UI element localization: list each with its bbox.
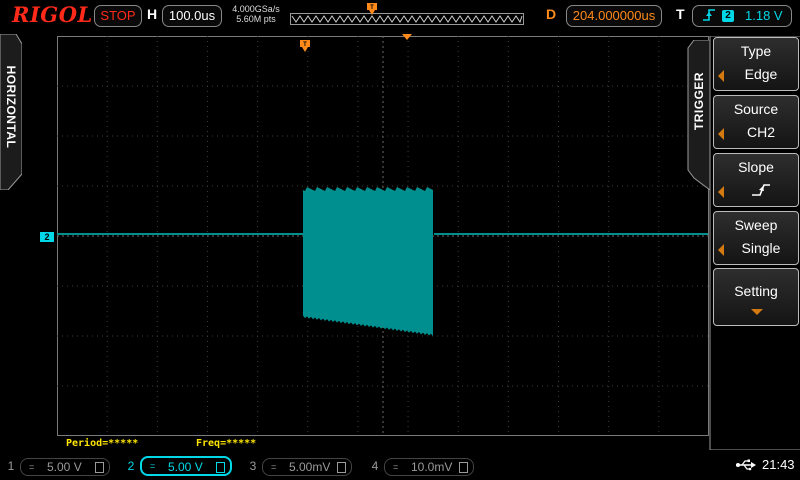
trigger-menu-title: TRIGGER: [692, 71, 706, 131]
svg-text:T: T: [370, 5, 374, 11]
menu-item-label: Type: [740, 43, 772, 59]
channel-scale: 5.00 V: [47, 460, 82, 474]
trigger-status-pill[interactable]: 2 1.18 V: [692, 5, 792, 27]
menu-arrow-icon: [718, 244, 724, 256]
menu-item-type[interactable]: Type Edge: [713, 37, 799, 91]
acquisition-info: 4.000GSa/s 5.60M pts: [226, 4, 286, 24]
ch2-offset-marker[interactable]: 2: [40, 232, 54, 242]
menu-item-label: Sweep: [734, 217, 778, 233]
bandwidth-limit-icon: [216, 462, 225, 473]
screen-center-marker-icon: [402, 34, 412, 40]
bandwidth-limit-icon: [459, 462, 468, 473]
measurement-period: Period=*****: [66, 438, 139, 449]
menu-item-value: Single: [741, 240, 781, 256]
chevron-down-icon: [751, 309, 763, 315]
dc-coupling-icon: =: [393, 462, 399, 472]
menu-item-label: Source: [733, 101, 779, 117]
menu-arrow-icon: [718, 128, 724, 140]
rising-edge-icon: [752, 184, 770, 196]
measurement-frequency: Freq=*****: [196, 438, 257, 449]
horizontal-tab-label: HORIZONTAL: [4, 65, 18, 149]
brand-logo: RIGOL: [12, 2, 93, 27]
system-clock: 21:43: [762, 457, 795, 472]
trigger-source-badge: 2: [722, 10, 734, 22]
run-stop-status[interactable]: STOP: [94, 5, 142, 27]
channel-box: = 5.00mV: [262, 458, 352, 476]
timebase-value[interactable]: 100.0us: [162, 5, 222, 27]
ch2-waveform-trace: [303, 187, 433, 336]
horizontal-delay-value[interactable]: 204.000000us: [566, 5, 662, 27]
trigger-label: T: [676, 6, 685, 22]
channel-number: 1: [7, 459, 15, 473]
dc-coupling-icon: =: [29, 462, 35, 472]
menu-item-label: Slope: [738, 159, 774, 175]
dc-coupling-icon: =: [150, 461, 156, 471]
menu-item-value: CH2: [746, 124, 775, 140]
menu-item-sweep[interactable]: Sweep Single: [713, 211, 799, 265]
channel-scale: 5.00 V: [168, 460, 203, 474]
trigger-level: 1.18 V: [745, 8, 783, 23]
menu-item-value: Edge: [744, 66, 778, 82]
svg-text:T: T: [303, 42, 307, 48]
menu-item-setting[interactable]: Setting: [713, 268, 799, 326]
menu-item-label: Setting: [734, 283, 778, 299]
channel-number: 2: [127, 459, 135, 473]
channel-scale: 5.00mV: [289, 460, 331, 474]
memory-depth: 5.60M pts: [236, 14, 276, 24]
usb-icon: [736, 459, 756, 471]
sample-rate: 4.000GSa/s: [232, 4, 280, 14]
channel-box: = 10.0mV: [384, 458, 474, 476]
memory-trigger-marker-icon: T: [367, 3, 377, 15]
channel-box: = 5.00 V: [20, 458, 110, 476]
menu-arrow-icon: [718, 70, 724, 82]
trigger-position-marker-icon[interactable]: T: [300, 40, 310, 52]
channel-number: 3: [249, 459, 257, 473]
channel-scale: 10.0mV: [411, 460, 453, 474]
memory-waveform-overview: [290, 13, 524, 25]
menu-arrow-icon: [718, 186, 724, 198]
horizontal-label: H: [147, 6, 158, 22]
rising-edge-icon: [703, 9, 715, 21]
menu-item-source[interactable]: Source CH2: [713, 95, 799, 149]
bandwidth-limit-icon: [95, 462, 104, 473]
channel-number: 4: [371, 459, 379, 473]
channel-box: = 5.00 V: [140, 456, 232, 476]
delay-label: D: [546, 6, 557, 22]
menu-item-slope[interactable]: Slope: [713, 153, 799, 207]
bandwidth-limit-icon: [337, 462, 346, 473]
waveform-display-grid: [57, 36, 709, 436]
dc-coupling-icon: =: [271, 462, 277, 472]
